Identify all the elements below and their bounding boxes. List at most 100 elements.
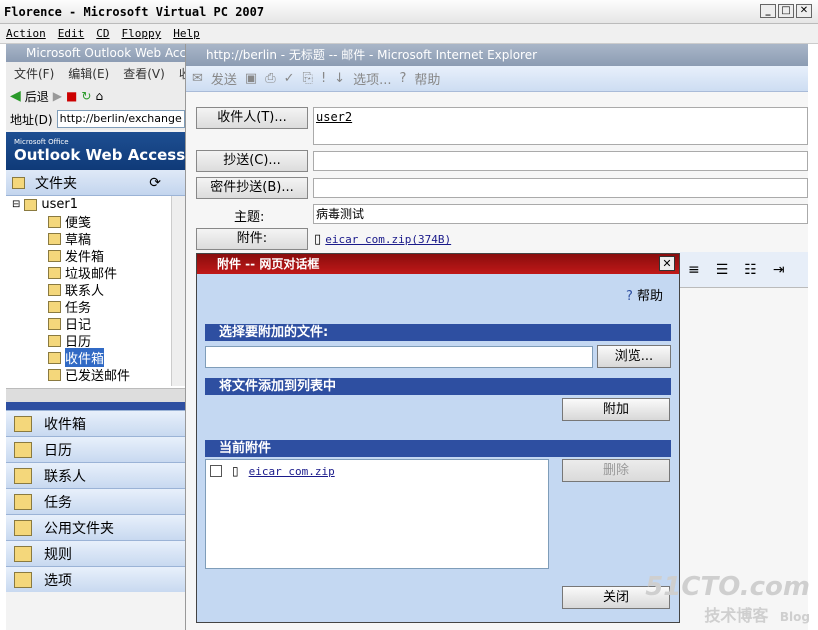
tree-folder-item[interactable]: 垃圾邮件 [6, 264, 185, 282]
tree-folder-item[interactable]: 日记 [6, 315, 185, 333]
home-icon[interactable]: ⌂ [95, 89, 103, 103]
help-icon[interactable]: ? [399, 71, 406, 86]
dialog-title-bar: 附件 -- 网页对话框 ✕ [197, 254, 679, 274]
choose-file-section: 选择要附加的文件: [205, 324, 671, 341]
menu-help[interactable]: Help [173, 27, 200, 40]
collapse-icon[interactable]: ⊟ [12, 199, 20, 210]
cc-button[interactable]: 抄送(C)... [196, 150, 308, 172]
attachment-link[interactable]: eicar com.zip(374B) [325, 233, 451, 246]
owa-window-title: Microsoft Outlook Web Acce [6, 44, 185, 62]
maximize-button[interactable]: □ [778, 4, 794, 18]
help-button[interactable]: 帮助 [414, 69, 440, 88]
dialog-title: 附件 -- 网页对话框 [217, 257, 320, 271]
owa-menu-view[interactable]: 查看(V) [123, 65, 165, 82]
nav-buttons: 收件箱日历联系人任务公用文件夹规则 选项 [6, 410, 185, 592]
save-icon[interactable]: ▣ [245, 71, 257, 86]
pane-splitter[interactable] [6, 402, 185, 410]
attachment-checkbox[interactable] [210, 465, 222, 477]
owa-menu-edit[interactable]: 编辑(E) [68, 65, 109, 82]
to-button[interactable]: 收件人(T)... [196, 107, 308, 129]
bullets-icon[interactable]: ☰ [716, 262, 729, 278]
folder-icon [48, 368, 61, 381]
bcc-button[interactable]: 密件抄送(B)... [196, 177, 308, 199]
to-field[interactable]: user2 [313, 107, 808, 145]
current-attachments-section: 当前附件 [205, 440, 671, 457]
close-button[interactable]: ✕ [796, 4, 812, 18]
menu-cd[interactable]: CD [96, 27, 109, 40]
menu-floppy[interactable]: Floppy [122, 27, 162, 40]
tree-folder-item[interactable]: 草稿 [6, 230, 185, 248]
tree-hscrollbar[interactable] [6, 388, 185, 402]
stop-icon[interactable]: ■ [66, 89, 77, 103]
attachment-list: ▯ eicar com.zip [205, 459, 549, 569]
nav-button[interactable]: 选项 [6, 566, 185, 592]
nav-button[interactable]: 日历 [6, 436, 185, 462]
folder-tree-scrollbar[interactable] [171, 196, 185, 386]
align-right-icon[interactable]: ≡ [688, 262, 700, 278]
tree-folder-item[interactable]: 已发送邮件 [6, 366, 185, 384]
refresh-folders-icon[interactable]: ⟳ [149, 175, 161, 191]
nav-button[interactable]: 任务 [6, 488, 185, 514]
nav-button-label: 公用文件夹 [44, 520, 114, 537]
tree-folder-item[interactable]: 联系人 [6, 281, 185, 299]
watermark-text-blog: Blog [779, 610, 810, 624]
folder-icon [48, 215, 61, 228]
importance-low-icon[interactable]: ↓ [334, 71, 345, 86]
subject-field[interactable]: 病毒测试 [313, 204, 808, 224]
folder-icon [48, 232, 61, 245]
numbering-icon[interactable]: ☷ [744, 262, 757, 278]
back-button-label[interactable]: 后退 [25, 88, 49, 105]
menu-action[interactable]: Action [6, 27, 46, 40]
subject-label: 主题: [234, 210, 265, 225]
format-toolbar: ≡ ☰ ☷ ⇥ [680, 252, 808, 288]
indent-icon[interactable]: ⇥ [773, 262, 785, 278]
minimize-button[interactable]: _ [760, 4, 776, 18]
bcc-field[interactable] [313, 178, 808, 198]
recipient-link[interactable]: user2 [316, 110, 352, 124]
tree-root[interactable]: ⊟ user1 [6, 196, 185, 213]
dialog-help-label[interactable]: 帮助 [637, 289, 663, 304]
attach-icon[interactable]: ⎘ [303, 71, 313, 86]
folder-icon [48, 351, 61, 364]
attach-button[interactable]: 附加 [562, 398, 670, 421]
folder-icon [48, 249, 61, 262]
forward-icon[interactable]: ▶ [53, 89, 62, 103]
nav-button[interactable]: 收件箱 [6, 410, 185, 436]
folders-header-label: 文件夹 [35, 175, 77, 192]
refresh-icon[interactable]: ↻ [81, 89, 91, 103]
send-button[interactable]: 发送 [211, 69, 237, 88]
delete-button[interactable]: 删除 [562, 459, 670, 482]
menu-edit[interactable]: Edit [58, 27, 85, 40]
folder-icon [48, 317, 61, 330]
print-icon[interactable]: ⎙ [265, 71, 275, 86]
file-icon: ▯ [232, 464, 239, 478]
nav-button-icon [14, 545, 32, 562]
tree-folder-item[interactable]: 收件箱 [6, 348, 185, 367]
dialog-close-icon[interactable]: ✕ [659, 256, 675, 271]
nav-button[interactable]: 公用文件夹 [6, 514, 185, 540]
cc-field[interactable] [313, 151, 808, 171]
brand-title: Outlook Web Access [14, 146, 186, 164]
dialog-help[interactable]: ? 帮助 [626, 285, 663, 304]
importance-high-icon[interactable]: ! [321, 71, 326, 86]
tree-folder-item[interactable]: 日历 [6, 332, 185, 350]
back-icon[interactable]: ◀ [10, 88, 21, 104]
nav-button[interactable]: 联系人 [6, 462, 185, 488]
list-item[interactable]: ▯ eicar com.zip [206, 460, 548, 482]
spell-icon[interactable]: ✓ [284, 71, 295, 86]
file-path-input[interactable] [205, 346, 593, 368]
owa-menu-favorites[interactable]: 收 [179, 65, 185, 82]
nav-button-label: 日历 [44, 442, 72, 459]
browse-button[interactable]: 浏览... [597, 345, 671, 368]
attachments-button[interactable]: 附件: [196, 228, 308, 250]
nav-button[interactable]: 规则 [6, 540, 185, 566]
tree-folder-item[interactable]: 任务 [6, 298, 185, 316]
tree-folder-item[interactable]: 便笺 [6, 213, 185, 231]
tree-folder-item[interactable]: 发件箱 [6, 247, 185, 265]
attachment-name[interactable]: eicar com.zip [249, 465, 335, 478]
nav-button-label: 联系人 [44, 468, 86, 485]
address-input[interactable]: http://berlin/exchange [56, 110, 185, 128]
send-icon[interactable]: ✉ [192, 71, 203, 86]
options-button[interactable]: 选项... [353, 69, 391, 88]
owa-menu-file[interactable]: 文件(F) [14, 65, 54, 82]
